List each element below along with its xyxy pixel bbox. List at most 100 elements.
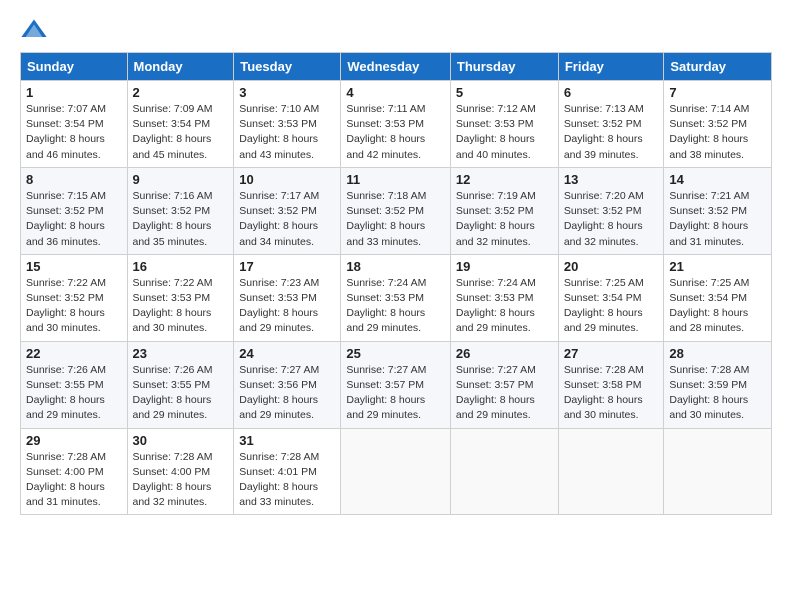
- day-number: 14: [669, 172, 766, 187]
- calendar-day-cell: 13 Sunrise: 7:20 AMSunset: 3:52 PMDaylig…: [558, 167, 664, 254]
- day-number: 12: [456, 172, 553, 187]
- calendar-day-cell: 8 Sunrise: 7:15 AMSunset: 3:52 PMDayligh…: [21, 167, 128, 254]
- calendar-day-cell: 20 Sunrise: 7:25 AMSunset: 3:54 PMDaylig…: [558, 254, 664, 341]
- day-number: 15: [26, 259, 122, 274]
- calendar-day-cell: 22 Sunrise: 7:26 AMSunset: 3:55 PMDaylig…: [21, 341, 128, 428]
- day-info: Sunrise: 7:18 AMSunset: 3:52 PMDaylight:…: [346, 190, 426, 248]
- day-info: Sunrise: 7:11 AMSunset: 3:53 PMDaylight:…: [346, 103, 425, 161]
- calendar-day-cell: 23 Sunrise: 7:26 AMSunset: 3:55 PMDaylig…: [127, 341, 234, 428]
- day-number: 28: [669, 346, 766, 361]
- day-info: Sunrise: 7:13 AMSunset: 3:52 PMDaylight:…: [564, 103, 644, 161]
- day-info: Sunrise: 7:19 AMSunset: 3:52 PMDaylight:…: [456, 190, 536, 248]
- calendar-day-cell: [450, 428, 558, 515]
- day-number: 4: [346, 85, 445, 100]
- day-info: Sunrise: 7:22 AMSunset: 3:52 PMDaylight:…: [26, 277, 106, 335]
- weekday-header-cell: Monday: [127, 53, 234, 81]
- calendar-day-cell: [558, 428, 664, 515]
- day-info: Sunrise: 7:15 AMSunset: 3:52 PMDaylight:…: [26, 190, 106, 248]
- calendar-day-cell: 2 Sunrise: 7:09 AMSunset: 3:54 PMDayligh…: [127, 81, 234, 168]
- calendar-body: 1 Sunrise: 7:07 AMSunset: 3:54 PMDayligh…: [21, 81, 772, 515]
- calendar-week-row: 15 Sunrise: 7:22 AMSunset: 3:52 PMDaylig…: [21, 254, 772, 341]
- calendar-day-cell: 28 Sunrise: 7:28 AMSunset: 3:59 PMDaylig…: [664, 341, 772, 428]
- calendar-week-row: 1 Sunrise: 7:07 AMSunset: 3:54 PMDayligh…: [21, 81, 772, 168]
- day-info: Sunrise: 7:16 AMSunset: 3:52 PMDaylight:…: [133, 190, 213, 248]
- calendar-day-cell: 15 Sunrise: 7:22 AMSunset: 3:52 PMDaylig…: [21, 254, 128, 341]
- day-number: 5: [456, 85, 553, 100]
- logo-icon: [20, 16, 48, 44]
- day-info: Sunrise: 7:24 AMSunset: 3:53 PMDaylight:…: [456, 277, 536, 335]
- calendar-week-row: 29 Sunrise: 7:28 AMSunset: 4:00 PMDaylig…: [21, 428, 772, 515]
- calendar-day-cell: 3 Sunrise: 7:10 AMSunset: 3:53 PMDayligh…: [234, 81, 341, 168]
- calendar-day-cell: [341, 428, 451, 515]
- day-info: Sunrise: 7:12 AMSunset: 3:53 PMDaylight:…: [456, 103, 536, 161]
- day-number: 6: [564, 85, 659, 100]
- calendar-day-cell: 7 Sunrise: 7:14 AMSunset: 3:52 PMDayligh…: [664, 81, 772, 168]
- day-number: 16: [133, 259, 229, 274]
- calendar-day-cell: 30 Sunrise: 7:28 AMSunset: 4:00 PMDaylig…: [127, 428, 234, 515]
- calendar-day-cell: 11 Sunrise: 7:18 AMSunset: 3:52 PMDaylig…: [341, 167, 451, 254]
- day-number: 9: [133, 172, 229, 187]
- calendar-day-cell: [664, 428, 772, 515]
- day-number: 23: [133, 346, 229, 361]
- day-info: Sunrise: 7:25 AMSunset: 3:54 PMDaylight:…: [669, 277, 749, 335]
- day-number: 10: [239, 172, 335, 187]
- day-number: 7: [669, 85, 766, 100]
- day-info: Sunrise: 7:28 AMSunset: 4:01 PMDaylight:…: [239, 451, 319, 509]
- day-number: 13: [564, 172, 659, 187]
- day-info: Sunrise: 7:14 AMSunset: 3:52 PMDaylight:…: [669, 103, 749, 161]
- calendar-day-cell: 25 Sunrise: 7:27 AMSunset: 3:57 PMDaylig…: [341, 341, 451, 428]
- day-info: Sunrise: 7:25 AMSunset: 3:54 PMDaylight:…: [564, 277, 644, 335]
- day-info: Sunrise: 7:23 AMSunset: 3:53 PMDaylight:…: [239, 277, 319, 335]
- day-info: Sunrise: 7:09 AMSunset: 3:54 PMDaylight:…: [133, 103, 213, 161]
- day-info: Sunrise: 7:28 AMSunset: 4:00 PMDaylight:…: [26, 451, 106, 509]
- day-number: 20: [564, 259, 659, 274]
- calendar-day-cell: 6 Sunrise: 7:13 AMSunset: 3:52 PMDayligh…: [558, 81, 664, 168]
- day-number: 21: [669, 259, 766, 274]
- calendar-day-cell: 27 Sunrise: 7:28 AMSunset: 3:58 PMDaylig…: [558, 341, 664, 428]
- calendar-day-cell: 1 Sunrise: 7:07 AMSunset: 3:54 PMDayligh…: [21, 81, 128, 168]
- calendar-day-cell: 31 Sunrise: 7:28 AMSunset: 4:01 PMDaylig…: [234, 428, 341, 515]
- day-info: Sunrise: 7:28 AMSunset: 3:59 PMDaylight:…: [669, 364, 749, 422]
- day-number: 25: [346, 346, 445, 361]
- day-info: Sunrise: 7:24 AMSunset: 3:53 PMDaylight:…: [346, 277, 426, 335]
- calendar-day-cell: 18 Sunrise: 7:24 AMSunset: 3:53 PMDaylig…: [341, 254, 451, 341]
- day-info: Sunrise: 7:27 AMSunset: 3:57 PMDaylight:…: [456, 364, 536, 422]
- page-header: [20, 16, 772, 44]
- day-number: 2: [133, 85, 229, 100]
- calendar-day-cell: 9 Sunrise: 7:16 AMSunset: 3:52 PMDayligh…: [127, 167, 234, 254]
- calendar-week-row: 8 Sunrise: 7:15 AMSunset: 3:52 PMDayligh…: [21, 167, 772, 254]
- calendar-day-cell: 24 Sunrise: 7:27 AMSunset: 3:56 PMDaylig…: [234, 341, 341, 428]
- calendar-day-cell: 29 Sunrise: 7:28 AMSunset: 4:00 PMDaylig…: [21, 428, 128, 515]
- day-info: Sunrise: 7:10 AMSunset: 3:53 PMDaylight:…: [239, 103, 319, 161]
- weekday-header-cell: Thursday: [450, 53, 558, 81]
- weekday-header-cell: Sunday: [21, 53, 128, 81]
- calendar-day-cell: 10 Sunrise: 7:17 AMSunset: 3:52 PMDaylig…: [234, 167, 341, 254]
- day-info: Sunrise: 7:22 AMSunset: 3:53 PMDaylight:…: [133, 277, 213, 335]
- day-number: 8: [26, 172, 122, 187]
- day-number: 22: [26, 346, 122, 361]
- day-info: Sunrise: 7:26 AMSunset: 3:55 PMDaylight:…: [133, 364, 213, 422]
- calendar-day-cell: 4 Sunrise: 7:11 AMSunset: 3:53 PMDayligh…: [341, 81, 451, 168]
- calendar-day-cell: 21 Sunrise: 7:25 AMSunset: 3:54 PMDaylig…: [664, 254, 772, 341]
- day-number: 17: [239, 259, 335, 274]
- day-info: Sunrise: 7:27 AMSunset: 3:56 PMDaylight:…: [239, 364, 319, 422]
- calendar-week-row: 22 Sunrise: 7:26 AMSunset: 3:55 PMDaylig…: [21, 341, 772, 428]
- weekday-header-row: SundayMondayTuesdayWednesdayThursdayFrid…: [21, 53, 772, 81]
- day-info: Sunrise: 7:07 AMSunset: 3:54 PMDaylight:…: [26, 103, 106, 161]
- day-number: 11: [346, 172, 445, 187]
- day-number: 29: [26, 433, 122, 448]
- weekday-header-cell: Wednesday: [341, 53, 451, 81]
- weekday-header-cell: Tuesday: [234, 53, 341, 81]
- day-number: 19: [456, 259, 553, 274]
- day-number: 24: [239, 346, 335, 361]
- day-info: Sunrise: 7:27 AMSunset: 3:57 PMDaylight:…: [346, 364, 426, 422]
- calendar-day-cell: 5 Sunrise: 7:12 AMSunset: 3:53 PMDayligh…: [450, 81, 558, 168]
- day-number: 26: [456, 346, 553, 361]
- day-number: 3: [239, 85, 335, 100]
- calendar-day-cell: 17 Sunrise: 7:23 AMSunset: 3:53 PMDaylig…: [234, 254, 341, 341]
- day-info: Sunrise: 7:28 AMSunset: 3:58 PMDaylight:…: [564, 364, 644, 422]
- logo: [20, 16, 52, 44]
- day-number: 30: [133, 433, 229, 448]
- calendar-day-cell: 14 Sunrise: 7:21 AMSunset: 3:52 PMDaylig…: [664, 167, 772, 254]
- weekday-header-cell: Saturday: [664, 53, 772, 81]
